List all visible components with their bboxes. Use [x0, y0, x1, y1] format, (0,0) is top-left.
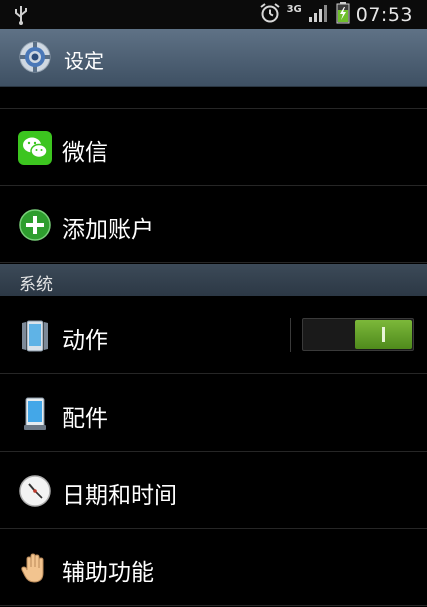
motion-toggle[interactable]	[302, 318, 414, 351]
add-icon	[18, 208, 52, 242]
alarm-icon	[259, 2, 281, 28]
list-item-label: 动作	[62, 328, 108, 354]
toggle-knob	[355, 320, 412, 349]
settings-gear-icon	[17, 39, 53, 79]
section-title: 系统	[19, 275, 53, 295]
status-time: 07:53	[355, 3, 413, 26]
title-bar: 设定	[0, 29, 427, 87]
battery-charging-icon	[336, 1, 350, 28]
list-spacer	[0, 87, 427, 109]
list-item-accessibility[interactable]: 辅助功能	[0, 529, 427, 606]
toggle-divider	[290, 318, 291, 352]
list-item-label: 添加账户	[62, 217, 154, 243]
page-title: 设定	[64, 49, 104, 73]
signal-icon	[308, 3, 330, 27]
list-item-wechat[interactable]: 微信	[0, 109, 427, 186]
list-item-label: 微信	[62, 140, 108, 166]
wechat-icon	[18, 131, 52, 165]
list-item-date-time[interactable]: 日期和时间	[0, 452, 427, 529]
motion-phone-icon	[18, 319, 52, 353]
clock-icon	[18, 474, 52, 508]
usb-icon	[14, 5, 28, 29]
section-header-system: 系统	[0, 264, 427, 296]
status-bar: 3G 07:53	[0, 0, 427, 29]
accessory-phone-icon	[18, 397, 52, 431]
network-type: 3G	[286, 4, 302, 15]
list-item-label: 配件	[62, 406, 108, 432]
list-item-add-account[interactable]: 添加账户	[0, 186, 427, 263]
list-item-label: 辅助功能	[62, 560, 154, 586]
list-item-label: 日期和时间	[62, 483, 177, 509]
list-item-accessories[interactable]: 配件	[0, 375, 427, 452]
hand-icon	[18, 551, 52, 585]
